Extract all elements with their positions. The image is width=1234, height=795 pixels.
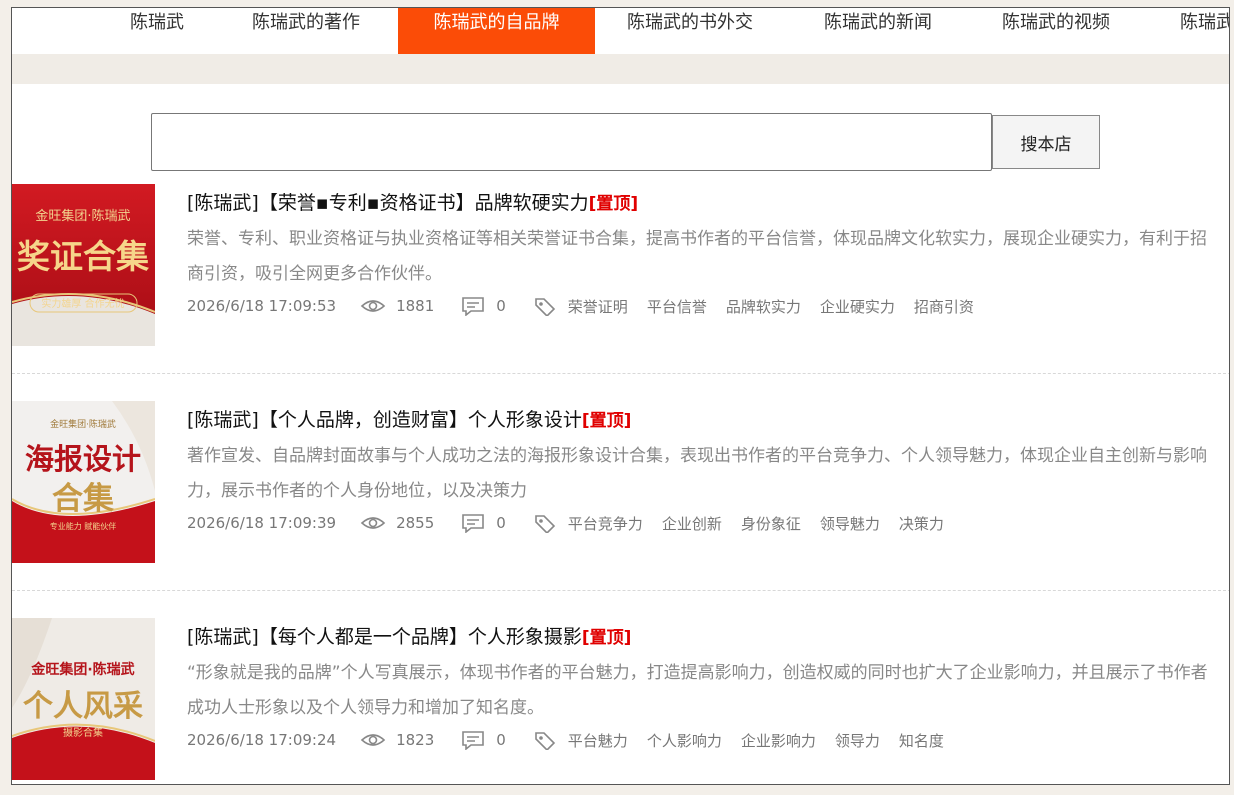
- thumb-sub-text: 摄影合集: [63, 726, 103, 739]
- comment-count: 0: [496, 297, 506, 315]
- nav-item-videos[interactable]: 陈瑞武的视频: [1002, 8, 1110, 54]
- article-title[interactable]: [陈瑞武]【荣誉▪专利▪资格证书】品牌软硬实力[置顶]: [187, 188, 638, 215]
- tag-link[interactable]: 知名度: [899, 730, 944, 751]
- divider: [12, 373, 1229, 374]
- search-input[interactable]: [151, 113, 992, 171]
- tag-link[interactable]: 品牌软实力: [726, 296, 801, 317]
- publish-date: 2026/6/18 17:09:53: [187, 297, 337, 315]
- thumb-main-text: 个人风采: [23, 689, 143, 724]
- page-frame: 陈瑞武 陈瑞武的著作 陈瑞武的自品牌 陈瑞武的书外交 陈瑞武的新闻 陈瑞武的视频…: [11, 7, 1230, 785]
- tag-link[interactable]: 招商引资: [914, 296, 974, 317]
- nav-item-works[interactable]: 陈瑞武的著作: [252, 8, 360, 54]
- view-count: 1823: [396, 731, 435, 749]
- article-description: 著作宣发、自品牌封面故事与个人成功之法的海报形象设计合集，表现出书作者的平台竞争…: [187, 446, 1207, 501]
- article-title-text[interactable]: [陈瑞武]【每个人都是一个品牌】个人形象摄影: [187, 626, 582, 648]
- nav-item-book-diplomacy[interactable]: 陈瑞武的书外交: [627, 8, 753, 54]
- article-thumbnail[interactable]: 金旺集团·陈瑞武 奖证合集 实力雄厚 合作无忧: [12, 184, 155, 346]
- article-meta: 2026/6/18 17:09:39 2855 0 平台竞争力 企业创新 身份象…: [187, 511, 963, 535]
- eye-icon: [360, 734, 386, 746]
- divider: [12, 590, 1229, 591]
- thumb-top-text: 金旺集团·陈瑞武: [35, 208, 130, 224]
- tag-link[interactable]: 领导魅力: [820, 513, 880, 534]
- nav-item-self-brand[interactable]: 陈瑞武的自品牌: [398, 8, 595, 54]
- tag-icon: [534, 515, 555, 533]
- thumb-sub-text: 专业能力 赋能伙伴: [50, 521, 117, 531]
- top-nav: 陈瑞武 陈瑞武的著作 陈瑞武的自品牌 陈瑞武的书外交 陈瑞武的新闻 陈瑞武的视频…: [12, 8, 1229, 54]
- thumb-top-text: 金旺集团·陈瑞武: [50, 418, 116, 430]
- thumb-sub-text: 实力雄厚 合作无忧: [41, 297, 124, 310]
- tag-link[interactable]: 平台竞争力: [568, 513, 643, 534]
- thumb-top-text: 金旺集团·陈瑞武: [30, 661, 134, 678]
- pinned-badge: [置顶]: [588, 194, 639, 214]
- pinned-badge: [置顶]: [581, 411, 632, 431]
- nav-item-home[interactable]: 陈瑞武: [130, 8, 184, 54]
- tag-link[interactable]: 企业硬实力: [820, 296, 895, 317]
- view-count: 1881: [396, 297, 435, 315]
- tag-link[interactable]: 领导力: [835, 730, 880, 751]
- article-item: 金旺集团·陈瑞武 奖证合集 实力雄厚 合作无忧 [陈瑞武]【荣誉▪专利▪资格证书…: [12, 184, 1229, 374]
- article-title-text[interactable]: [陈瑞武]【个人品牌，创造财富】个人形象设计: [187, 409, 582, 431]
- tag-icon: [534, 732, 555, 750]
- pinned-badge: [置顶]: [581, 628, 632, 648]
- thumb-main2-text: 合集: [52, 481, 114, 517]
- header-band: [12, 54, 1229, 84]
- article-thumbnail[interactable]: 金旺集团·陈瑞武 海报设计 合集 专业能力 赋能伙伴: [12, 401, 155, 563]
- search-store-button[interactable]: 搜本店: [992, 115, 1100, 169]
- eye-icon: [360, 300, 386, 312]
- tag-link[interactable]: 决策力: [899, 513, 944, 534]
- article-description: 荣誉、专利、职业资格证与执业资格证等相关荣誉证书合集，提高书作者的平台信誉，体现…: [187, 229, 1207, 284]
- publish-date: 2026/6/18 17:09:39: [187, 514, 337, 532]
- comment-icon: [462, 514, 485, 533]
- tag-icon: [534, 298, 555, 316]
- tag-link[interactable]: 荣誉证明: [568, 296, 628, 317]
- article-meta: 2026/6/18 17:09:53 1881 0 荣誉证明 平台信誉 品牌软实…: [187, 294, 993, 318]
- eye-icon: [360, 517, 386, 529]
- article-item: 金旺集团·陈瑞武 个人风采 摄影合集 [陈瑞武]【每个人都是一个品牌】个人形象摄…: [12, 618, 1229, 784]
- comment-icon: [462, 731, 485, 750]
- comment-count: 0: [496, 731, 506, 749]
- article-description: “形象就是我的品牌”个人写真展示，体现书作者的平台魅力，打造提高影响力，创造权威…: [187, 663, 1208, 718]
- article-title-text[interactable]: [陈瑞武]【荣誉▪专利▪资格证书】品牌软硬实力: [187, 192, 589, 214]
- tag-link[interactable]: 个人影响力: [647, 730, 722, 751]
- thumb-main-text: 海报设计: [25, 442, 141, 476]
- nav-item-more[interactable]: 陈瑞武: [1180, 8, 1229, 54]
- article-thumbnail[interactable]: 金旺集团·陈瑞武 个人风采 摄影合集: [12, 618, 155, 780]
- view-count: 2855: [396, 514, 435, 532]
- nav-item-news[interactable]: 陈瑞武的新闻: [824, 8, 932, 54]
- publish-date: 2026/6/18 17:09:24: [187, 731, 337, 749]
- comment-count: 0: [496, 514, 506, 532]
- comment-icon: [462, 297, 485, 316]
- article-title[interactable]: [陈瑞武]【个人品牌，创造财富】个人形象设计[置顶]: [187, 405, 631, 432]
- tag-link[interactable]: 身份象征: [741, 513, 801, 534]
- article-title[interactable]: [陈瑞武]【每个人都是一个品牌】个人形象摄影[置顶]: [187, 622, 631, 649]
- tag-link[interactable]: 企业影响力: [741, 730, 816, 751]
- article-meta: 2026/6/18 17:09:24 1823 0 平台魅力 个人影响力 企业影…: [187, 728, 963, 752]
- article-item: 金旺集团·陈瑞武 海报设计 合集 专业能力 赋能伙伴 [陈瑞武]【个人品牌，创造…: [12, 401, 1229, 591]
- tag-link[interactable]: 平台魅力: [568, 730, 628, 751]
- tag-link[interactable]: 平台信誉: [647, 296, 707, 317]
- thumb-main-text: 奖证合集: [17, 237, 149, 276]
- tag-link[interactable]: 企业创新: [662, 513, 722, 534]
